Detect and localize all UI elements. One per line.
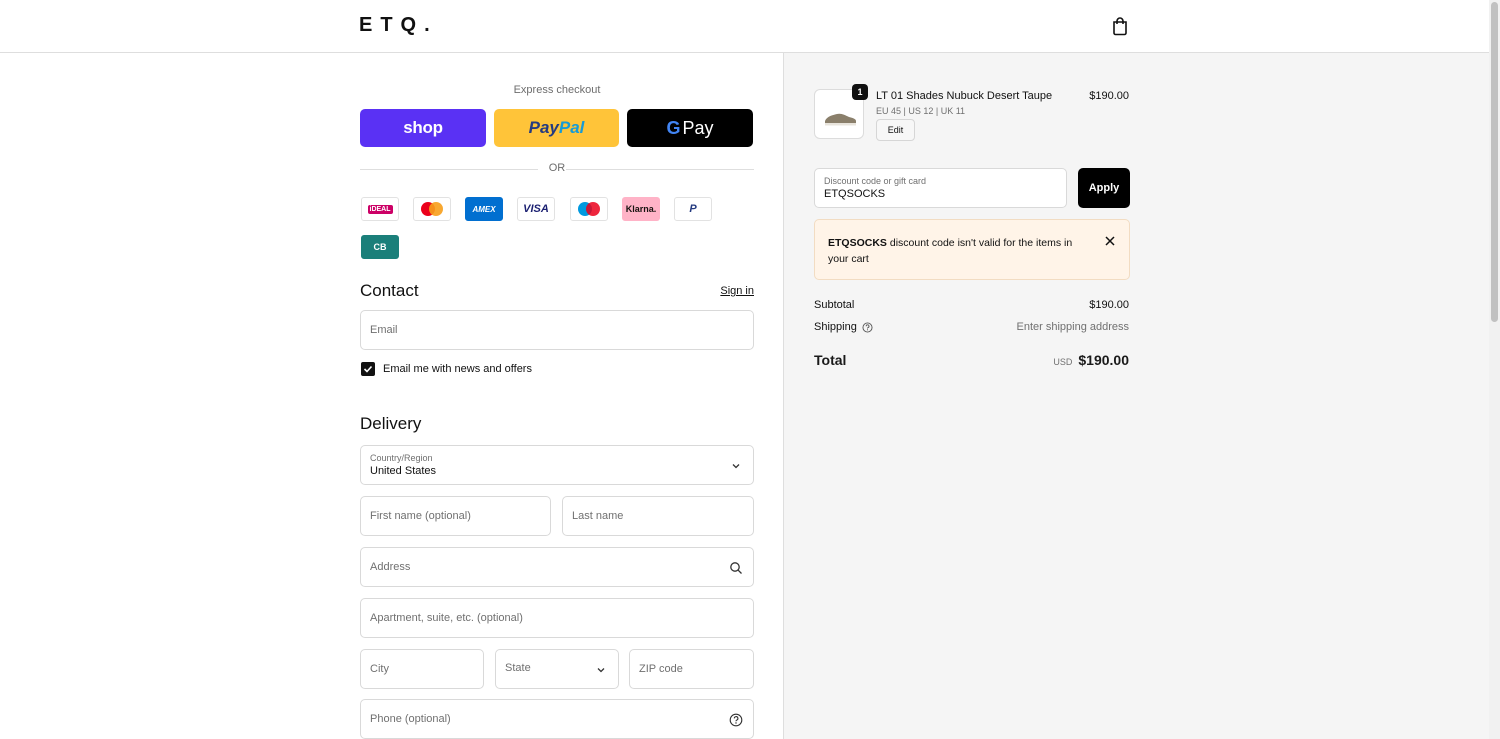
apply-discount-button[interactable]: Apply xyxy=(1078,168,1130,208)
discount-code-field[interactable]: Discount code or gift card ETQSOCKS xyxy=(814,168,1067,208)
paypal-small-icon: P xyxy=(674,197,712,221)
first-name-placeholder: First name (optional) xyxy=(370,510,471,522)
product-variant: EU 45 | US 12 | UK 11 xyxy=(876,106,966,116)
shipping-value: Enter shipping address xyxy=(1016,321,1129,333)
newsletter-label: Email me with news and offers xyxy=(383,363,532,375)
contact-title: Contact xyxy=(360,281,419,300)
amex-text: AMEX xyxy=(472,204,496,214)
or-label: OR xyxy=(548,162,566,174)
maestro-logo xyxy=(578,202,600,216)
address-placeholder: Address xyxy=(370,561,411,573)
subtotal-value: $190.00 xyxy=(1089,299,1129,311)
total-label: Total xyxy=(814,352,847,368)
maestro-icon xyxy=(570,197,608,221)
help-circle-icon[interactable] xyxy=(862,321,873,333)
shipping-label: Shipping xyxy=(814,321,857,333)
klarna-icon: Klarna. xyxy=(622,197,660,221)
paypal-label-pal: Pal xyxy=(558,118,585,137)
discount-value: ETQSOCKS xyxy=(824,188,886,200)
shop-pay-label: shop xyxy=(403,118,443,137)
shopping-bag-icon[interactable] xyxy=(1110,16,1130,36)
store-logo[interactable]: ETQ. xyxy=(359,14,438,37)
phone-placeholder: Phone (optional) xyxy=(370,713,451,725)
scrollbar-thumb[interactable] xyxy=(1491,2,1498,322)
order-summary-panel xyxy=(783,53,1489,739)
total-value-group: USD $190.00 xyxy=(1053,352,1129,368)
product-name: LT 01 Shades Nubuck Desert Taupe xyxy=(876,90,1053,102)
top-header: ETQ. xyxy=(0,0,1489,53)
city-placeholder: City xyxy=(370,663,389,675)
close-icon[interactable] xyxy=(1103,234,1117,248)
address-field[interactable]: Address xyxy=(360,547,754,587)
state-select[interactable]: State xyxy=(495,649,619,689)
edit-product-button[interactable]: Edit xyxy=(876,119,915,141)
search-icon[interactable] xyxy=(729,561,743,575)
apartment-field[interactable]: Apartment, suite, etc. (optional) xyxy=(360,598,754,638)
newsletter-checkbox-row[interactable]: Email me with news and offers xyxy=(361,362,532,376)
apartment-placeholder: Apartment, suite, etc. (optional) xyxy=(370,612,523,624)
shop-pay-button[interactable]: shop xyxy=(360,109,486,147)
amex-icon: AMEX xyxy=(465,197,503,221)
country-label: Country/Region xyxy=(370,453,433,463)
google-g-icon: G xyxy=(666,117,681,138)
last-name-field[interactable]: Last name xyxy=(562,496,754,536)
visa-text: VISA xyxy=(523,203,549,215)
country-value: United States xyxy=(370,465,437,477)
last-name-placeholder: Last name xyxy=(572,510,624,522)
phone-field[interactable]: Phone (optional) xyxy=(360,699,754,739)
email-placeholder: Email xyxy=(370,324,398,336)
total-amount: $190.00 xyxy=(1078,352,1129,368)
ideal-icon: iDEAL xyxy=(361,197,399,221)
newsletter-checkbox[interactable] xyxy=(361,362,375,376)
country-select[interactable]: Country/Region United States xyxy=(360,445,754,485)
mastercard-logo xyxy=(421,202,443,216)
email-field[interactable]: Email xyxy=(360,310,754,350)
help-circle-icon[interactable] xyxy=(729,713,743,727)
google-pay-button[interactable]: G Pay xyxy=(627,109,753,147)
city-field[interactable]: City xyxy=(360,649,484,689)
cb-text: CB xyxy=(373,242,387,252)
subtotal-label: Subtotal xyxy=(814,299,855,311)
express-checkout-title: Express checkout xyxy=(513,84,601,96)
alert-message: ETQSOCKS discount code isn't valid for t… xyxy=(828,235,1088,267)
mastercard-icon xyxy=(413,197,451,221)
first-name-field[interactable]: First name (optional) xyxy=(360,496,551,536)
cb-card-icon: CB xyxy=(361,235,399,259)
sign-in-link[interactable]: Sign in xyxy=(720,285,754,297)
alert-code: ETQSOCKS xyxy=(828,237,887,249)
paypal-button[interactable]: Pay Pal xyxy=(494,109,619,147)
chevron-down-icon xyxy=(597,668,605,673)
visa-icon: VISA xyxy=(517,197,555,221)
chevron-down-icon xyxy=(732,464,740,469)
divider-line-right xyxy=(566,169,754,170)
page-scrollbar[interactable] xyxy=(1489,0,1500,739)
or-divider: OR xyxy=(360,162,754,176)
paypal-label-pay: Pay xyxy=(528,118,559,137)
zip-code-field[interactable]: ZIP code xyxy=(629,649,754,689)
ideal-text: iDEAL xyxy=(367,204,393,214)
checkmark-icon xyxy=(363,365,373,373)
google-pay-label: Pay xyxy=(682,117,714,138)
shipping-row: Shipping xyxy=(814,321,873,333)
discount-error-alert: ETQSOCKS discount code isn't valid for t… xyxy=(814,219,1130,280)
zip-placeholder: ZIP code xyxy=(639,663,683,675)
klarna-text: Klarna. xyxy=(625,204,657,214)
product-price: $190.00 xyxy=(1089,90,1129,102)
discount-label: Discount code or gift card xyxy=(824,176,927,186)
delivery-title: Delivery xyxy=(360,414,422,433)
state-placeholder: State xyxy=(505,662,531,674)
total-currency: USD xyxy=(1053,357,1073,367)
quantity-badge: 1 xyxy=(852,84,868,100)
